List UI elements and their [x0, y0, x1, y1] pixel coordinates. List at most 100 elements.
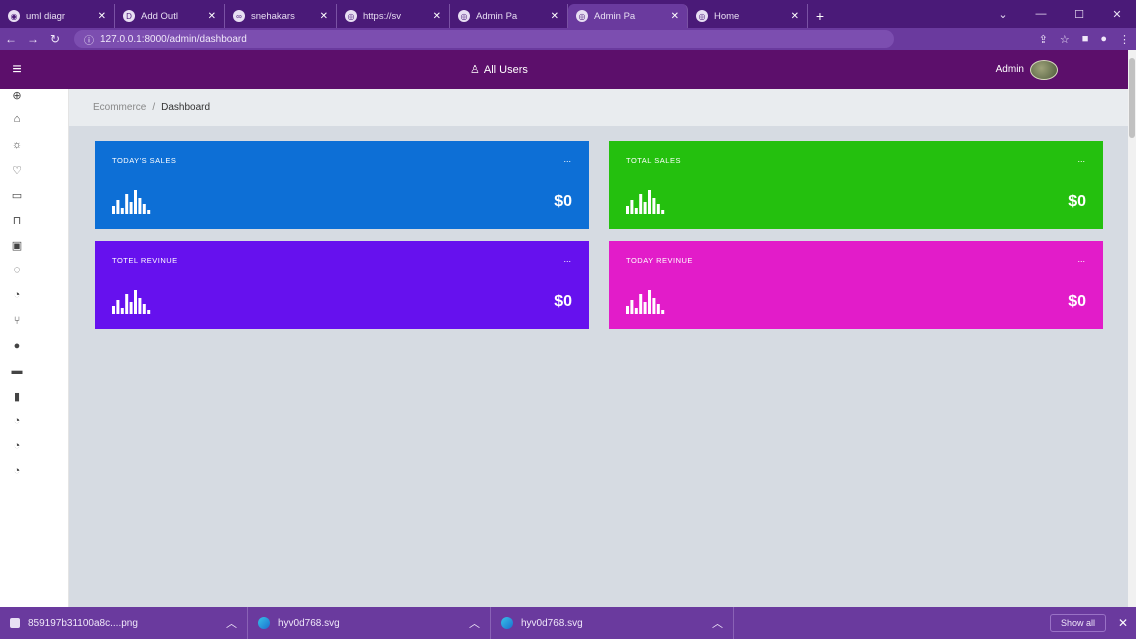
chevron-up-icon[interactable]: ︿ — [469, 615, 480, 631]
forward-icon[interactable]: → — [22, 28, 44, 50]
edge-icon — [501, 617, 513, 629]
show-all-button[interactable]: Show all — [1049, 614, 1106, 632]
sidepanel-icon[interactable]: ■ — [1082, 33, 1089, 45]
hamburger-menu-icon[interactable]: ≡ — [0, 61, 34, 79]
git-icon[interactable]: ⑂ — [0, 309, 34, 333]
info-icon[interactable]: ⓘ — [84, 32, 94, 47]
chevron-down-icon[interactable]: ⌄ — [984, 0, 1022, 28]
card-icon[interactable]: ▭ — [0, 183, 34, 207]
download-item[interactable]: hyv0d768.svg ︿ — [491, 607, 734, 639]
tab-label: snehakars — [251, 10, 295, 22]
avatar[interactable] — [1030, 59, 1058, 80]
total-sales-card: TOTAL SALES ... $0 — [609, 141, 1103, 229]
more-options-icon[interactable]: ... — [1077, 154, 1085, 164]
browser-tab[interactable]: ∞ snehakars ✕ — [225, 4, 337, 28]
chart-glyph-bar — [147, 310, 151, 314]
close-icon[interactable]: ✕ — [671, 11, 679, 22]
heart-icon[interactable]: ♡ — [0, 158, 34, 182]
pie-chart-icon[interactable]: ◔ — [0, 434, 34, 458]
pie-chart-icon[interactable]: ◔ — [0, 459, 34, 483]
chart-glyph-bar — [125, 194, 129, 214]
close-icon[interactable]: ✕ — [98, 11, 106, 22]
bulb-icon[interactable]: ☼ — [0, 133, 34, 157]
browser-actions: ⇪ ☆ ■ ● ⋮ — [1039, 28, 1130, 50]
close-icon[interactable]: ✕ — [208, 11, 216, 22]
all-users-link[interactable]: ♙ All Users — [470, 50, 528, 89]
pie-chart-icon[interactable]: ◔ — [0, 409, 34, 433]
tab-label: Admin Pa — [594, 10, 636, 22]
chart-glyph-bar — [661, 210, 665, 214]
close-icon[interactable]: ✕ — [1118, 607, 1128, 639]
profile-icon[interactable]: ● — [1100, 33, 1107, 45]
scrollbar-thumb[interactable] — [1129, 58, 1135, 138]
all-users-label: All Users — [483, 63, 528, 76]
location-icon[interactable]: ◌ — [0, 258, 34, 282]
menu-dots-icon[interactable]: ⋮ — [1119, 33, 1130, 46]
truck-icon[interactable]: ▬ — [0, 359, 34, 383]
more-options-icon[interactable]: ... — [563, 154, 571, 164]
back-icon[interactable]: ← — [0, 28, 22, 50]
chart-glyph-bar — [129, 202, 133, 214]
globe-icon[interactable]: ⊕ — [0, 83, 34, 107]
home-icon[interactable]: ⌂ — [0, 107, 34, 131]
chart-glyph-bar — [120, 208, 124, 214]
browser-tab[interactable]: D Add Outl ✕ — [115, 4, 225, 28]
tab-label: Admin Pa — [476, 10, 518, 22]
close-icon[interactable]: ✕ — [791, 11, 799, 22]
card-value: $0 — [554, 193, 572, 210]
reload-icon[interactable]: ↻ — [44, 28, 66, 50]
minimize-icon[interactable]: — — [1022, 0, 1060, 28]
calendar-icon[interactable]: ▣ — [0, 233, 34, 257]
chart-glyph-bar — [147, 210, 151, 214]
chart-glyph-bar — [656, 304, 660, 314]
bar-chart-icon — [112, 190, 151, 214]
chart-glyph-bar — [138, 298, 142, 314]
close-icon[interactable]: ✕ — [433, 11, 441, 22]
chart-glyph-bar — [634, 308, 638, 314]
chevron-up-icon[interactable]: ︿ — [226, 615, 237, 631]
bookmark-icon[interactable]: ▮ — [0, 384, 34, 408]
chart-glyph-bar — [112, 306, 115, 314]
browser-tab[interactable]: ◉ uml diagr ✕ — [0, 4, 115, 28]
breadcrumb: Ecommerce / Dashboard — [69, 89, 1128, 126]
close-window-icon[interactable]: ✕ — [1098, 0, 1136, 28]
chart-glyph-bar — [120, 308, 124, 314]
chart-glyph-bar — [125, 294, 129, 314]
more-options-icon[interactable]: ... — [1077, 254, 1085, 264]
card-value: $0 — [554, 293, 572, 310]
folder-icon[interactable]: ⊓ — [0, 208, 34, 232]
chart-glyph-bar — [116, 300, 120, 314]
maximize-icon[interactable]: ☐ — [1060, 0, 1098, 28]
chart-glyph-bar — [116, 200, 120, 214]
page-scrollbar[interactable] — [1128, 50, 1136, 607]
url-text: 127.0.0.1:8000/admin/dashboard — [100, 33, 247, 45]
new-tab-button[interactable]: + — [808, 4, 832, 28]
chart-glyph-bar — [134, 190, 137, 214]
bar-chart-icon — [626, 190, 665, 214]
info-icon[interactable]: ● — [0, 334, 34, 358]
browser-tab-active[interactable]: ◎ Admin Pa ✕ — [568, 4, 688, 28]
download-item[interactable]: hyv0d768.svg ︿ — [248, 607, 491, 639]
bar-chart-icon — [112, 290, 151, 314]
chevron-up-icon[interactable]: ︿ — [712, 615, 723, 631]
download-item[interactable]: 859197b31100a8c....png ︿ — [0, 607, 248, 639]
chart-glyph-bar — [112, 206, 115, 214]
chart-glyph-bar — [652, 198, 656, 214]
more-options-icon[interactable]: ... — [563, 254, 571, 264]
admin-label: Admin — [995, 64, 1024, 75]
bar-chart-icon — [626, 290, 665, 314]
browser-tab[interactable]: ◎ Home ✕ — [688, 4, 808, 28]
close-icon[interactable]: ✕ — [320, 11, 328, 22]
star-icon[interactable]: ☆ — [1060, 33, 1070, 46]
close-icon[interactable]: ✕ — [551, 11, 559, 22]
chart-glyph-bar — [639, 294, 643, 314]
admin-profile[interactable]: Admin — [996, 50, 1058, 89]
share-icon[interactable]: ⇪ — [1039, 33, 1048, 46]
browser-tab[interactable]: ◎ Admin Pa ✕ — [450, 4, 568, 28]
browser-tab[interactable]: ◎ https://sv ✕ — [337, 4, 450, 28]
pie-chart-icon[interactable]: ◔ — [0, 283, 34, 307]
url-field[interactable]: ⓘ 127.0.0.1:8000/admin/dashboard — [74, 30, 894, 48]
globe-icon: ◎ — [458, 10, 470, 22]
chart-glyph-bar — [661, 310, 665, 314]
breadcrumb-ecommerce[interactable]: Ecommerce — [93, 102, 146, 113]
